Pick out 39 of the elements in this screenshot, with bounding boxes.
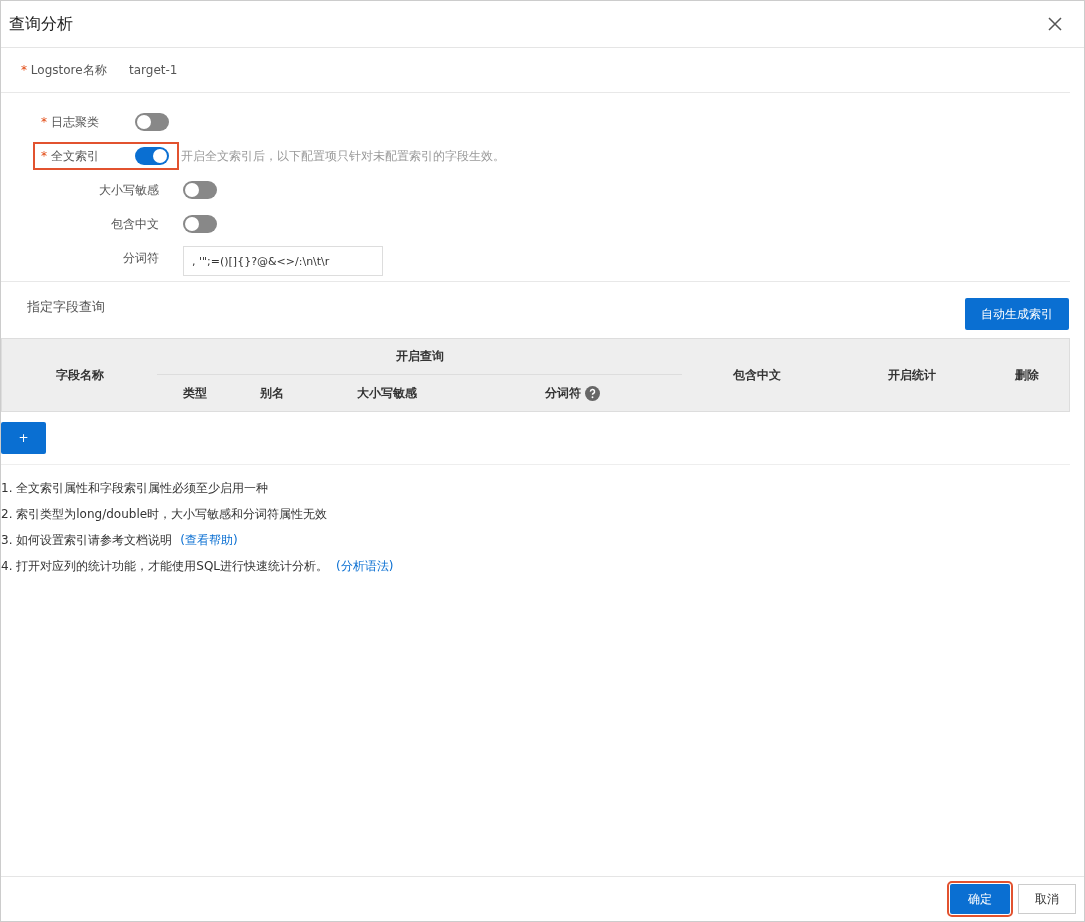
dialog-title: 查询分析 [9,13,73,35]
note-text: 4. 打开对应列的统计功能，才能使用SQL进行快速统计分析。 [1,557,328,575]
toggle-switch[interactable] [135,147,169,165]
logstore-name: target-1 [129,63,178,77]
note-text: 2. 索引类型为long/double时，大小写敏感和分词符属性无效 [1,505,328,523]
help-link[interactable]: (分析语法) [336,557,394,575]
column-header: 删除 [1014,366,1040,384]
help-icon[interactable] [584,385,600,401]
add-button[interactable]: + [1,422,46,454]
note-text: 1. 全文索引属性和字段索引属性必须至少启用一种 [1,479,269,497]
hint-text: 开启全文索引后，以下配置项只针对未配置索引的字段生效。 [181,147,505,165]
column-header: 分词符 [462,375,682,411]
auto-generate-button[interactable]: 自动生成索引 [965,298,1069,330]
confirm-button[interactable]: 确定 [950,884,1010,914]
input-field[interactable]: , '";=()[]{}?@&<>/:\n\t\r [183,246,383,276]
required-mark: * [41,114,47,129]
column-header: 字段名称 [54,366,105,384]
field-label: 分词符 [122,249,160,267]
field-label: 日志聚类 [50,114,99,129]
close-icon[interactable] [1048,17,1062,31]
column-header: 包含中文 [732,366,782,384]
toggle-switch[interactable] [183,215,217,233]
field-label: 全文索引 [50,148,99,163]
section-title: 指定字段查询 [27,298,105,316]
cancel-button[interactable]: 取消 [1018,884,1076,914]
field-label: 大小写敏感 [98,181,160,199]
toggle-switch[interactable] [135,113,169,131]
note-text: 3. 如何设置索引请参考文档说明 [1,531,173,549]
required-mark: * [21,62,27,77]
help-link[interactable]: (查看帮助) [180,531,238,549]
column-header: 别名 [259,384,285,402]
column-header: 开启查询 [157,339,682,375]
column-header: 类型 [181,384,208,402]
required-mark: * [41,148,47,163]
column-header: 开启统计 [887,366,937,384]
toggle-switch[interactable] [183,181,217,199]
column-header: 大小写敏感 [356,384,418,402]
field-label: 包含中文 [110,215,160,233]
field-label: Logstore名称 [30,62,107,77]
